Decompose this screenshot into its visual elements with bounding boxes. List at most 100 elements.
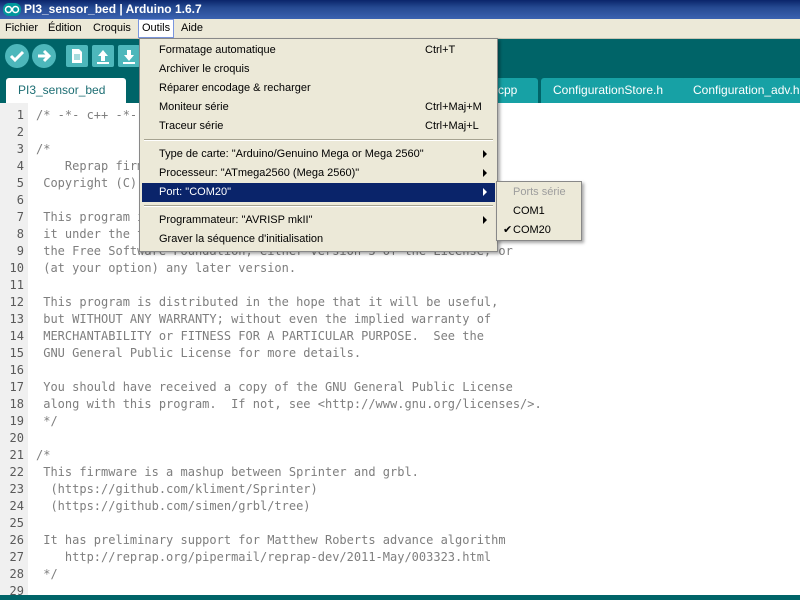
code-text: (https://github.com/kliment/Sprinter) bbox=[36, 482, 318, 496]
line-number: 2 bbox=[16, 125, 24, 139]
line-number: 1 bbox=[16, 108, 24, 122]
line-number: 7 bbox=[16, 210, 24, 224]
submenu-header-ports-serie: Ports série bbox=[499, 183, 579, 202]
menu-item-reparer-encodage[interactable]: Réparer encodage & recharger bbox=[142, 79, 495, 98]
menu-item-label: Réparer encodage & recharger bbox=[159, 82, 311, 94]
arduino-logo-icon bbox=[3, 3, 21, 16]
menu-item-label: Type de carte: "Arduino/Genuino Mega or … bbox=[159, 148, 424, 160]
status-bar bbox=[0, 595, 800, 600]
line-number: 26 bbox=[9, 533, 24, 547]
line-number: 23 bbox=[9, 482, 24, 496]
code-line[interactable]: 10 (at your option) any later version. bbox=[0, 260, 800, 277]
code-text: http://reprap.org/pipermail/reprap-dev/2… bbox=[36, 550, 492, 564]
save-arrow-down-icon[interactable] bbox=[118, 45, 140, 67]
menu-outils[interactable]: Outils bbox=[138, 19, 175, 38]
menu-item-label: Traceur série bbox=[159, 120, 224, 132]
menu-aide[interactable]: Aide bbox=[178, 19, 206, 38]
line-number: 20 bbox=[9, 431, 24, 445]
code-line[interactable]: 14 MERCHANTABILITY or FITNESS FOR A PART… bbox=[0, 328, 800, 345]
code-line[interactable]: 29 bbox=[0, 583, 800, 595]
code-line[interactable]: 26 It has preliminary support for Matthe… bbox=[0, 532, 800, 549]
code-line[interactable]: 15 GNU General Public License for more d… bbox=[0, 345, 800, 362]
menu-item-shortcut: Ctrl+T bbox=[425, 44, 456, 56]
submenu-item-com1[interactable]: COM1 bbox=[499, 202, 579, 221]
menu-fichier[interactable]: Fichier bbox=[2, 19, 41, 38]
code-text: This program is distributed in the hope … bbox=[36, 295, 499, 309]
line-number: 3 bbox=[16, 142, 24, 156]
submenu-arrow-icon bbox=[483, 150, 487, 158]
code-line[interactable]: 13 but WITHOUT ANY WARRANTY; without eve… bbox=[0, 311, 800, 328]
line-number: 5 bbox=[16, 176, 24, 190]
menu-edition[interactable]: Édition bbox=[45, 19, 85, 38]
code-line[interactable]: 18 along with this program. If not, see … bbox=[0, 396, 800, 413]
code-line[interactable]: 19 */ bbox=[0, 413, 800, 430]
code-text: */ bbox=[36, 414, 58, 428]
new-file-icon[interactable] bbox=[66, 45, 88, 67]
code-text: along with this program. If not, see <ht… bbox=[36, 397, 542, 411]
code-text: */ bbox=[36, 567, 58, 581]
line-number: 25 bbox=[9, 516, 24, 530]
menu-item-graver-sequence[interactable]: Graver la séquence d'initialisation bbox=[142, 230, 495, 249]
line-number: 9 bbox=[16, 244, 24, 258]
line-number: 15 bbox=[9, 346, 24, 360]
code-text: /* bbox=[36, 448, 51, 462]
code-text: /* bbox=[36, 142, 51, 156]
line-number: 4 bbox=[16, 159, 24, 173]
code-line[interactable]: 28 */ bbox=[0, 566, 800, 583]
line-number: 14 bbox=[9, 329, 24, 343]
menu-item-moniteur-serie[interactable]: Moniteur série Ctrl+Maj+M bbox=[142, 98, 495, 117]
line-number: 10 bbox=[9, 261, 24, 275]
menu-item-shortcut: Ctrl+Maj+M bbox=[425, 101, 482, 113]
menu-item-port[interactable]: Port: "COM20" bbox=[142, 183, 495, 202]
upload-arrow-icon[interactable] bbox=[32, 44, 56, 68]
menu-item-traceur-serie[interactable]: Traceur série Ctrl+Maj+L bbox=[142, 117, 495, 136]
open-arrow-up-icon[interactable] bbox=[92, 45, 114, 67]
verify-check-icon[interactable] bbox=[5, 44, 29, 68]
port-submenu: Ports série COM1 ✔ COM20 bbox=[496, 181, 582, 241]
submenu-item-label: COM1 bbox=[513, 205, 545, 217]
code-line[interactable]: 12 This program is distributed in the ho… bbox=[0, 294, 800, 311]
code-line[interactable]: 25 bbox=[0, 515, 800, 532]
code-text: GNU General Public License for more deta… bbox=[36, 346, 362, 360]
code-line[interactable]: 21 /* bbox=[0, 447, 800, 464]
code-line[interactable]: 17 You should have received a copy of th… bbox=[0, 379, 800, 396]
line-number: 29 bbox=[9, 584, 24, 595]
menu-separator bbox=[144, 205, 493, 207]
submenu-arrow-icon bbox=[483, 169, 487, 177]
tab-configurationstore-h[interactable]: ConfigurationStore.h bbox=[541, 78, 686, 103]
menu-item-processeur[interactable]: Processeur: "ATmega2560 (Mega 2560)" bbox=[142, 164, 495, 183]
menu-separator bbox=[144, 139, 493, 141]
menu-croquis[interactable]: Croquis bbox=[90, 19, 134, 38]
line-number: 27 bbox=[9, 550, 24, 564]
menu-item-archiver[interactable]: Archiver le croquis bbox=[142, 60, 495, 79]
code-line[interactable]: 20 bbox=[0, 430, 800, 447]
line-number: 24 bbox=[9, 499, 24, 513]
title-bar: PI3_sensor_bed | Arduino 1.6.7 bbox=[0, 0, 800, 19]
code-text: MERCHANTABILITY or FITNESS FOR A PARTICU… bbox=[36, 329, 484, 343]
code-text: (at your option) any later version. bbox=[36, 261, 297, 275]
line-number: 8 bbox=[16, 227, 24, 241]
line-number: 12 bbox=[9, 295, 24, 309]
submenu-arrow-icon bbox=[483, 216, 487, 224]
menu-item-formatage[interactable]: Formatage automatique Ctrl+T bbox=[142, 41, 495, 60]
menu-item-type-de-carte[interactable]: Type de carte: "Arduino/Genuino Mega or … bbox=[142, 145, 495, 164]
code-line[interactable]: 23 (https://github.com/kliment/Sprinter) bbox=[0, 481, 800, 498]
checkmark-icon: ✔ bbox=[503, 224, 513, 236]
submenu-item-com20[interactable]: ✔ COM20 bbox=[499, 221, 579, 240]
code-line[interactable]: 11 bbox=[0, 277, 800, 294]
code-text: (https://github.com/simen/grbl/tree) bbox=[36, 499, 311, 513]
menu-item-shortcut: Ctrl+Maj+L bbox=[425, 120, 479, 132]
submenu-arrow-icon bbox=[483, 188, 487, 196]
line-number: 11 bbox=[9, 278, 24, 292]
code-text: but WITHOUT ANY WARRANTY; without even t… bbox=[36, 312, 492, 326]
code-line[interactable]: 16 bbox=[0, 362, 800, 379]
tab-configuration-adv-h[interactable]: Configuration_adv.h bbox=[681, 78, 800, 103]
code-text: It has preliminary support for Matthew R… bbox=[36, 533, 506, 547]
menu-item-programmateur[interactable]: Programmateur: "AVRISP mkII" bbox=[142, 211, 495, 230]
code-line[interactable]: 27 http://reprap.org/pipermail/reprap-de… bbox=[0, 549, 800, 566]
menu-item-label: Archiver le croquis bbox=[159, 63, 250, 75]
code-line[interactable]: 22 This firmware is a mashup between Spr… bbox=[0, 464, 800, 481]
tab-pi3-sensor-bed[interactable]: PI3_sensor_bed bbox=[6, 78, 126, 103]
code-line[interactable]: 24 (https://github.com/simen/grbl/tree) bbox=[0, 498, 800, 515]
submenu-header-label: Ports série bbox=[513, 186, 566, 198]
